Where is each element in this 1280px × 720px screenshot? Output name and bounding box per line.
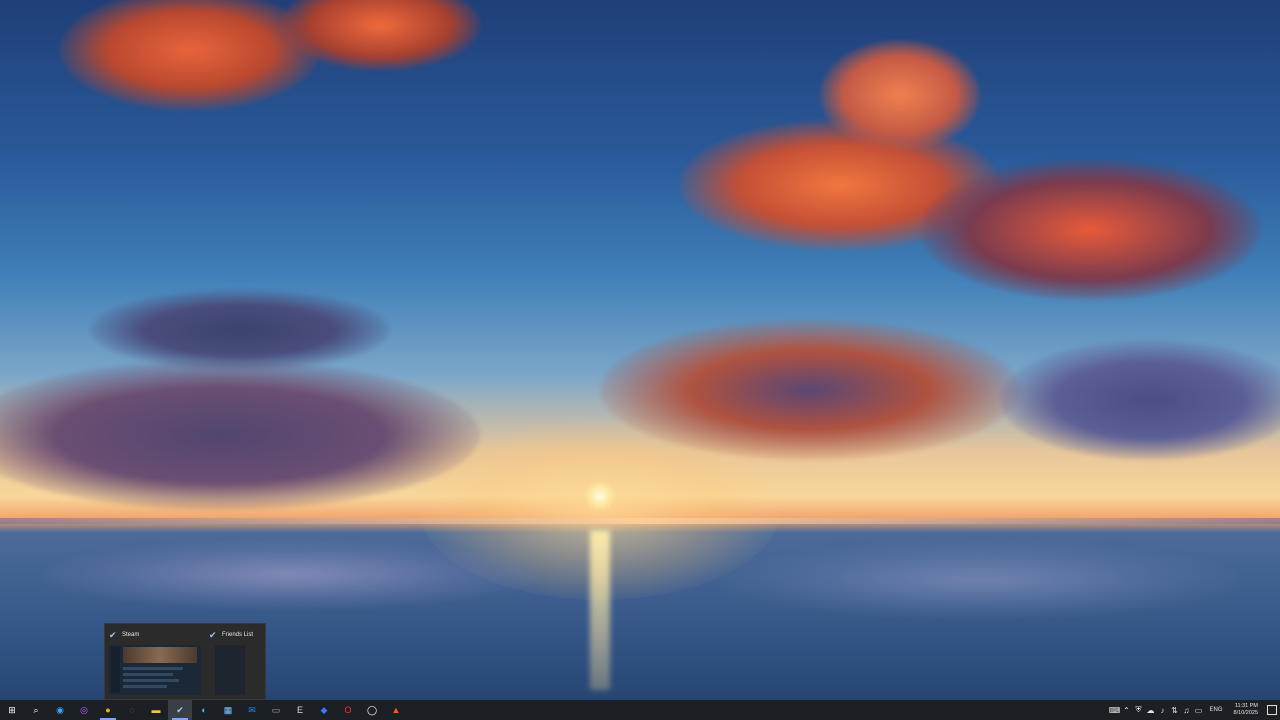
volume-icon[interactable]: ♫ (1181, 700, 1193, 720)
clock[interactable]: 11:31 PM 8/10/2025 (1228, 703, 1264, 717)
app-blue[interactable]: ◆ (312, 700, 336, 720)
clock-time: 11:31 PM (1234, 703, 1258, 709)
file-explorer-button[interactable]: ▬ (144, 700, 168, 720)
sun-reflection (590, 530, 610, 690)
steam-icon: ✔ (176, 705, 184, 715)
cloud (0, 360, 480, 510)
epic-games-icon: E (296, 705, 303, 715)
chevron-up-icon[interactable]: ⌃ (1121, 700, 1133, 720)
chrome-button[interactable]: ● (96, 700, 120, 720)
search-button[interactable]: ⌕ (24, 700, 48, 720)
brave-icon: ▲ (391, 705, 401, 715)
preview-steam-window[interactable]: ✔ Steam (105, 624, 205, 699)
system-tray: ⌨ ⌃ ⛨ ☁ ♪ ⇅ ♫ ▭ ENG 11:31 PM 8/10/2025 (1109, 700, 1280, 720)
friends-list-thumbnail (215, 645, 245, 695)
sun (585, 481, 615, 511)
cloud-icon[interactable]: ☁ (1145, 700, 1157, 720)
cloud (920, 160, 1260, 300)
windows-icon: ⊞ (8, 705, 16, 715)
preview-title: Steam (122, 632, 140, 638)
box-icon: ▭ (271, 705, 281, 715)
edge-icon: ◐ (201, 705, 207, 715)
shield-icon[interactable]: ⛨ (1133, 700, 1145, 720)
notification-center-button[interactable] (1264, 700, 1280, 720)
app-circle[interactable]: ◌ (120, 700, 144, 720)
circle-icon: ◌ (129, 705, 135, 715)
app-box[interactable]: ▭ (264, 700, 288, 720)
ring-icon: ◎ (80, 705, 88, 715)
taskbar-thumbnail-preview: ✔ Steam ✔ Friends List (104, 623, 266, 700)
preview-title: Friends List (222, 632, 254, 638)
app-loop[interactable]: ◯ (360, 700, 384, 720)
network-icon[interactable]: ⇅ (1169, 700, 1181, 720)
mic-icon[interactable]: ♪ (1157, 700, 1169, 720)
loop-icon: ◯ (366, 705, 378, 715)
desktop: ✔ Steam ✔ Friends List ⊞ ⌕ ◉ ◎ ● ◌ ▬ ✔ ◐ ▦ ✉ ▭ E ◆ O ◯ ▲ (0, 0, 1280, 720)
edge-button[interactable]: ◐ (192, 700, 216, 720)
start-button[interactable]: ⊞ (0, 700, 24, 720)
preview-friends-list-window[interactable]: ✔ Friends List (205, 624, 265, 699)
steam-window-thumbnail (109, 645, 201, 695)
epic-button[interactable]: E (288, 700, 312, 720)
horizon-line (0, 518, 1280, 524)
copilot-icon: ◉ (56, 705, 64, 715)
cloud (40, 540, 540, 610)
clock-date: 8/10/2025 (1233, 710, 1258, 716)
cloud (90, 290, 390, 370)
outlook-icon: ✉ (248, 705, 256, 715)
cloud (1000, 340, 1280, 460)
taskbar: ⊞ ⌕ ◉ ◎ ● ◌ ▬ ✔ ◐ ▦ ✉ ▭ E ◆ O ◯ ▲ ⌨ ⌃ ⛨ ☁ ♪ ⇅ ♫ ▭ ENG 11:31 PM … (0, 700, 1280, 720)
outlook-button[interactable]: ✉ (240, 700, 264, 720)
search-icon: ⌕ (33, 705, 39, 715)
opera-icon: O (344, 705, 352, 715)
chrome-icon: ● (105, 705, 111, 715)
steam-icon: ✔ (109, 629, 117, 640)
language-indicator[interactable]: ENG (1205, 707, 1228, 713)
battery-icon[interactable]: ▭ (1193, 700, 1205, 720)
steam-button[interactable]: ✔ (168, 700, 192, 720)
store-button[interactable]: ▦ (216, 700, 240, 720)
steam-icon: ✔ (209, 629, 217, 640)
cloud (820, 40, 980, 150)
notification-icon (1267, 705, 1277, 715)
copilot-button[interactable]: ◉ (48, 700, 72, 720)
opera-button[interactable]: O (336, 700, 360, 720)
blue-app-icon: ◆ (320, 705, 328, 715)
cloud (720, 540, 1240, 620)
app-ring[interactable]: ◎ (72, 700, 96, 720)
brave-button[interactable]: ▲ (384, 700, 408, 720)
keyboard-icon[interactable]: ⌨ (1109, 700, 1121, 720)
folder-icon: ▬ (151, 705, 161, 715)
store-icon: ▦ (223, 705, 233, 715)
cloud (600, 320, 1020, 460)
